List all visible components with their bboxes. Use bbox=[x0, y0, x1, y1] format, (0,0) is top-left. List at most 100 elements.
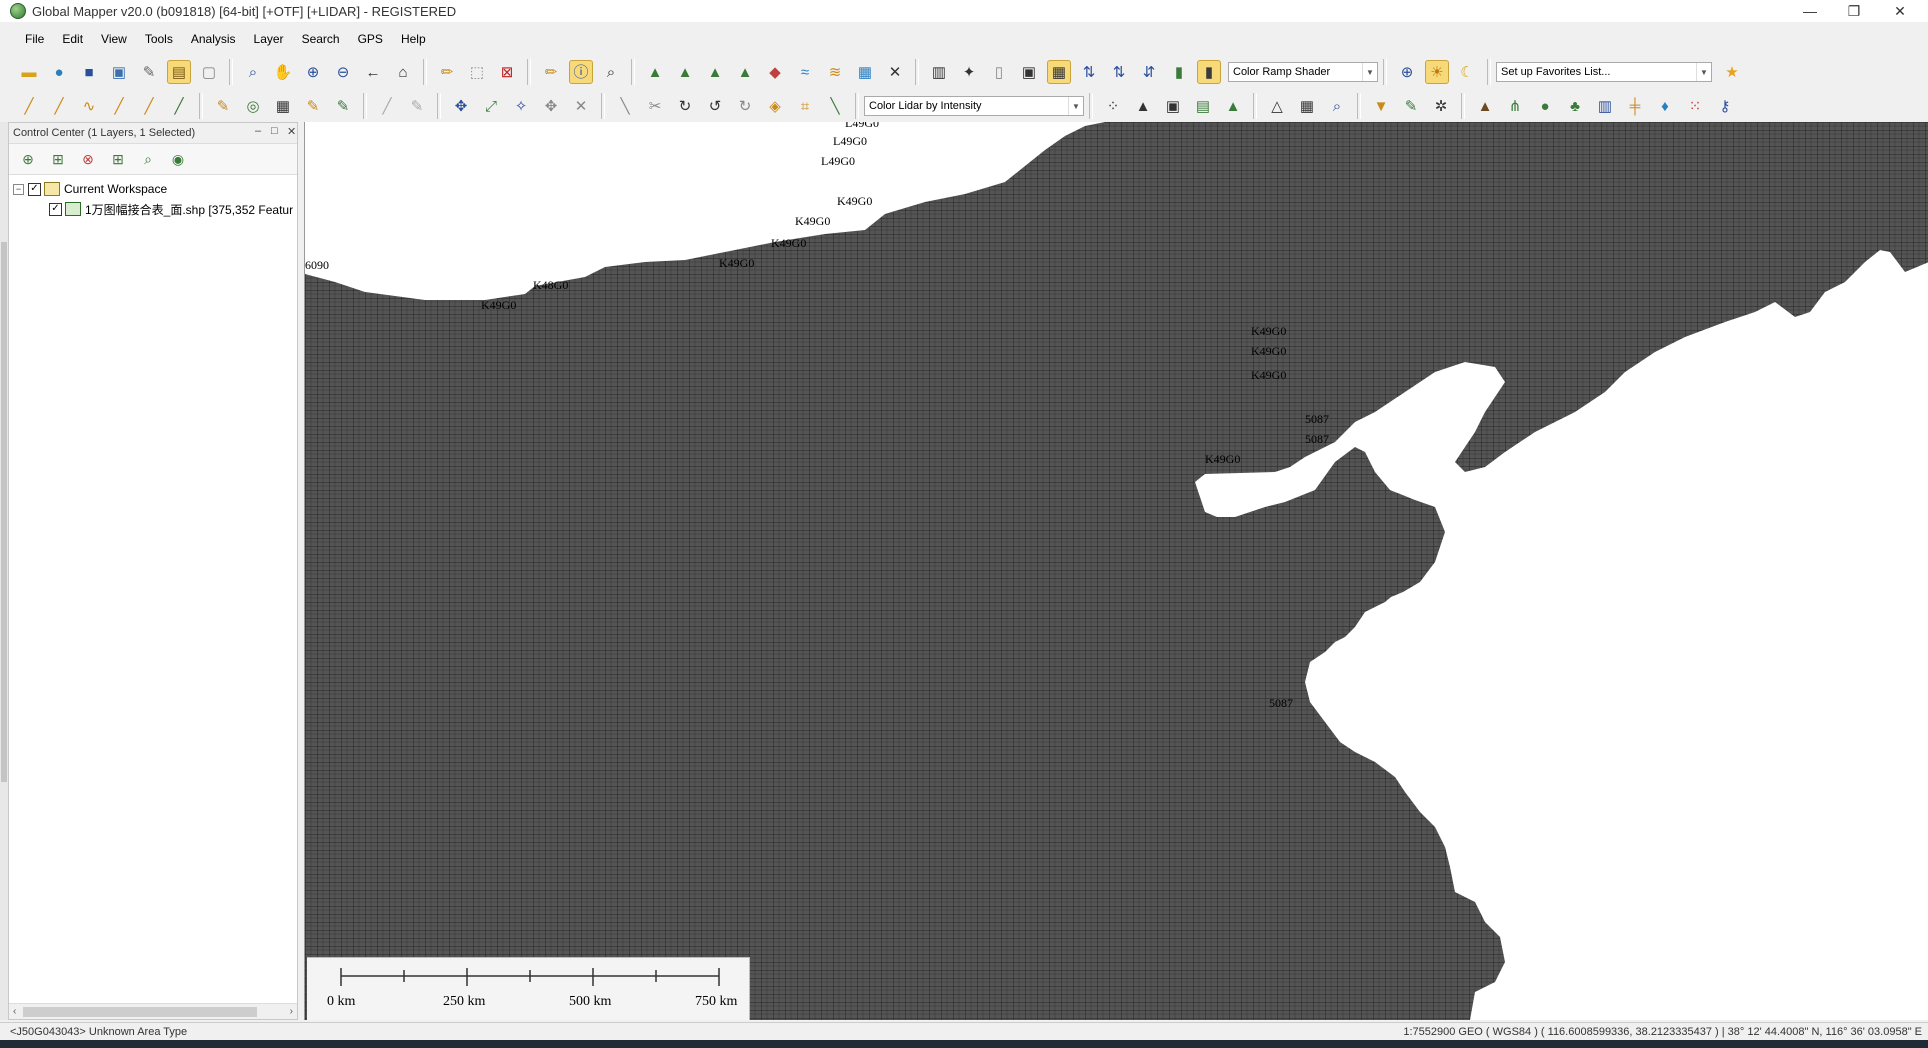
panel-minimize-button[interactable]: – bbox=[255, 125, 261, 137]
powerline-icon[interactable]: ╪ bbox=[1623, 94, 1647, 118]
ruler-icon[interactable]: ╲ bbox=[823, 94, 847, 118]
menu-edit[interactable]: Edit bbox=[53, 32, 92, 46]
digitize-pencil-icon[interactable]: ✏ bbox=[435, 60, 459, 84]
sort-desc-icon[interactable]: ⇅ bbox=[1107, 60, 1131, 84]
info-icon[interactable]: ⓘ bbox=[569, 60, 593, 84]
delete-x-icon[interactable]: ⊠ bbox=[495, 60, 519, 84]
globe-icon[interactable]: ● bbox=[47, 60, 71, 84]
tree-icon[interactable]: ♣ bbox=[1563, 94, 1587, 118]
merge-icon[interactable]: ◈ bbox=[763, 94, 787, 118]
draw-line-icon[interactable]: ╱ bbox=[17, 94, 41, 118]
select-icon[interactable]: ⌕ bbox=[241, 60, 265, 84]
water-drop-icon[interactable]: ♦ bbox=[1653, 94, 1677, 118]
add-layer-icon[interactable]: ⊞ bbox=[47, 148, 69, 170]
panel-maximize-button[interactable]: □ bbox=[271, 125, 278, 137]
lidar-chart-icon[interactable]: ▮ bbox=[1197, 60, 1221, 84]
draw-polyline-icon[interactable]: ╱ bbox=[107, 94, 131, 118]
lidar-classify-icon[interactable]: ▲ bbox=[1131, 94, 1155, 118]
shader-combo[interactable]: Color Ramp Shader ▼ bbox=[1228, 62, 1378, 82]
split-icon[interactable]: ▯ bbox=[987, 60, 1011, 84]
bush-icon[interactable]: ● bbox=[1533, 94, 1557, 118]
lidar-building-icon[interactable]: ▣ bbox=[1161, 94, 1185, 118]
mountain-icon[interactable]: ▲ bbox=[1473, 94, 1497, 118]
minimize-button[interactable]: — bbox=[1790, 0, 1830, 22]
draw-curve-icon[interactable]: ∿ bbox=[77, 94, 101, 118]
save-icon[interactable]: ■ bbox=[77, 60, 101, 84]
grid-layout-icon[interactable]: ▥ bbox=[927, 60, 951, 84]
circle-tool-icon[interactable]: ◎ bbox=[241, 94, 265, 118]
lidar-grid-icon[interactable]: ▦ bbox=[1295, 94, 1319, 118]
split-line-icon[interactable]: ╲ bbox=[613, 94, 637, 118]
layers-icon[interactable]: ▤ bbox=[167, 60, 191, 84]
elevation-icon[interactable]: ▲ bbox=[733, 60, 757, 84]
workspace-row[interactable]: − ✓ Current Workspace bbox=[13, 179, 297, 199]
wrench-icon[interactable]: ✎ bbox=[137, 60, 161, 84]
workspace-icon[interactable]: ▣ bbox=[107, 60, 131, 84]
shader-icon[interactable]: ▦ bbox=[1047, 60, 1071, 84]
overview-icon[interactable]: ▢ bbox=[197, 60, 221, 84]
layer-row[interactable]: ✓ 1万图幅接合表_面.shp [375,352 Featur bbox=[13, 199, 297, 219]
collapse-icon[interactable]: − bbox=[13, 183, 24, 195]
favorites-star-icon[interactable]: ★ bbox=[1720, 60, 1744, 84]
rotate-2-icon[interactable]: ↺ bbox=[703, 94, 727, 118]
menu-layer[interactable]: Layer bbox=[245, 32, 293, 46]
close-button[interactable]: ✕ bbox=[1880, 0, 1920, 22]
layer-checkbox[interactable]: ✓ bbox=[49, 202, 62, 216]
menu-tools[interactable]: Tools bbox=[136, 32, 182, 46]
find-icon[interactable]: ⌕ bbox=[599, 60, 623, 84]
grid-tool-icon[interactable]: ▦ bbox=[271, 94, 295, 118]
panel-horizontal-scrollbar[interactable]: ‹ › bbox=[9, 1003, 297, 1019]
moon-icon[interactable]: ☾ bbox=[1455, 60, 1479, 84]
zoom-out-icon[interactable]: ⊖ bbox=[331, 60, 355, 84]
lidar-filter-icon[interactable]: ▼ bbox=[1369, 94, 1393, 118]
lidar-terrain-icon[interactable]: ▲ bbox=[1221, 94, 1245, 118]
scroll-thumb[interactable] bbox=[23, 1007, 257, 1017]
scale-icon[interactable]: ⤢ bbox=[479, 94, 503, 118]
move-icon[interactable]: ✥ bbox=[449, 94, 473, 118]
web-globe-icon[interactable]: ⊕ bbox=[1395, 60, 1419, 84]
scroll-right-icon[interactable]: › bbox=[290, 1006, 293, 1017]
contour-icon[interactable]: ▲ bbox=[673, 60, 697, 84]
snap-icon[interactable]: ✕ bbox=[569, 94, 593, 118]
restore-button[interactable]: ❐ bbox=[1834, 0, 1874, 22]
lidar-edit-icon[interactable]: ✎ bbox=[1399, 94, 1423, 118]
building-icon[interactable]: ▥ bbox=[1593, 94, 1617, 118]
tools-x-icon[interactable]: ✕ bbox=[883, 60, 907, 84]
lidar-color-combo[interactable]: Color Lidar by Intensity ▼ bbox=[864, 96, 1084, 116]
home-icon[interactable]: ⌂ bbox=[391, 60, 415, 84]
lidar-search-icon[interactable]: ⌕ bbox=[1325, 94, 1349, 118]
water-icon[interactable]: ≈ bbox=[793, 60, 817, 84]
map-view[interactable]: L49G0 L49G0 L49G0 K49G0 K49G0 K49G0 K49G… bbox=[304, 122, 1928, 1020]
key-icon[interactable]: ⚷ bbox=[1713, 94, 1737, 118]
reshape-icon[interactable]: ✧ bbox=[509, 94, 533, 118]
menu-file[interactable]: File bbox=[16, 32, 53, 46]
menu-gps[interactable]: GPS bbox=[349, 32, 392, 46]
histogram-icon[interactable]: ▮ bbox=[1167, 60, 1191, 84]
layer-options-icon[interactable]: ⊕ bbox=[17, 148, 39, 170]
zoom-in-icon[interactable]: ⊕ bbox=[301, 60, 325, 84]
move-vertex-icon[interactable]: ✥ bbox=[539, 94, 563, 118]
gps-icon[interactable]: ✦ bbox=[957, 60, 981, 84]
menu-help[interactable]: Help bbox=[392, 32, 435, 46]
contour-lines-icon[interactable]: ≋ bbox=[823, 60, 847, 84]
lidar-points-icon[interactable]: ⁘ bbox=[1101, 94, 1125, 118]
dotted-rect-icon[interactable]: ⬚ bbox=[465, 60, 489, 84]
point-tool-icon[interactable]: ✎ bbox=[301, 94, 325, 118]
path-profile-icon[interactable]: ◆ bbox=[763, 60, 787, 84]
terrain-icon[interactable]: ▲ bbox=[643, 60, 667, 84]
measure-icon[interactable]: ✏ bbox=[539, 60, 563, 84]
remove-layer-icon[interactable]: ⊗ bbox=[77, 148, 99, 170]
menu-view[interactable]: View bbox=[92, 32, 136, 46]
area-tool-icon[interactable]: ✎ bbox=[331, 94, 355, 118]
layer-copy-icon[interactable]: ⊞ bbox=[107, 148, 129, 170]
rotate-icon[interactable]: ↻ bbox=[673, 94, 697, 118]
edit-vertex-icon[interactable]: ✎ bbox=[211, 94, 235, 118]
open-folder-icon[interactable]: ▬ bbox=[17, 60, 41, 84]
scroll-left-icon[interactable]: ‹ bbox=[13, 1006, 16, 1017]
draw-line-2-icon[interactable]: ╱ bbox=[47, 94, 71, 118]
workspace-checkbox[interactable]: ✓ bbox=[28, 182, 41, 196]
dots-icon[interactable]: ⁙ bbox=[1683, 94, 1707, 118]
rotate-3-icon[interactable]: ↻ bbox=[733, 94, 757, 118]
draw-segment-icon[interactable]: ╱ bbox=[137, 94, 161, 118]
filter-icon[interactable]: ⇵ bbox=[1137, 60, 1161, 84]
